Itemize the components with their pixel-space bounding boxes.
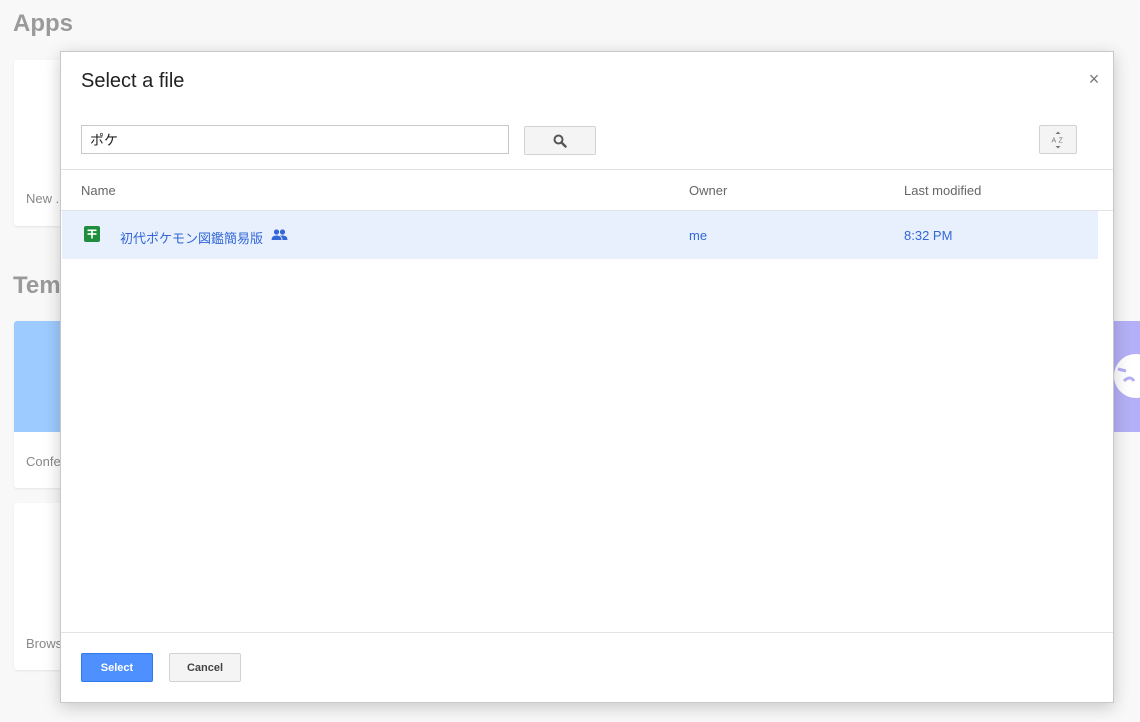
az-sort-icon: A Z: [1052, 131, 1064, 148]
svg-text:Z: Z: [1059, 137, 1064, 144]
search-input[interactable]: [81, 125, 509, 154]
close-button[interactable]: ×: [1085, 70, 1103, 88]
file-last-modified: 8:32 PM: [904, 228, 953, 243]
apps-heading: Apps: [13, 10, 73, 37]
file-row[interactable]: 初代ポケモン図鑑簡易版 me 8:32 PM: [62, 211, 1098, 259]
svg-text:A: A: [1052, 137, 1057, 144]
sort-button[interactable]: A Z: [1039, 125, 1077, 154]
shared-people-icon: [271, 229, 288, 240]
file-picker-dialog: Select a file × A Z Name Owner Last modi…: [60, 51, 1114, 703]
close-icon: ×: [1088, 69, 1100, 89]
column-header-name[interactable]: Name: [81, 183, 116, 198]
select-button[interactable]: Select: [81, 653, 153, 682]
dialog-title: Select a file: [81, 70, 185, 92]
browse-card-label: Brows: [26, 636, 63, 651]
templates-heading: Tem: [13, 272, 61, 299]
template-thumbnail-purple[interactable]: [1112, 321, 1140, 432]
file-name: 初代ポケモン図鑑簡易版: [120, 232, 264, 247]
spreadsheet-icon: [84, 226, 100, 242]
file-owner: me: [689, 228, 708, 243]
search-icon: [553, 134, 567, 148]
column-header-modified[interactable]: Last modified: [904, 183, 981, 198]
new-app-card-label: New .: [26, 191, 60, 206]
search-button[interactable]: [524, 126, 596, 155]
template-card-label: Confe: [26, 454, 61, 469]
footer-divider: [61, 632, 1113, 633]
file-table-header: Name Owner Last modified: [61, 169, 1113, 211]
face-illustration-icon: [1114, 354, 1140, 398]
column-header-owner[interactable]: Owner: [689, 183, 727, 198]
cancel-button[interactable]: Cancel: [169, 653, 241, 682]
